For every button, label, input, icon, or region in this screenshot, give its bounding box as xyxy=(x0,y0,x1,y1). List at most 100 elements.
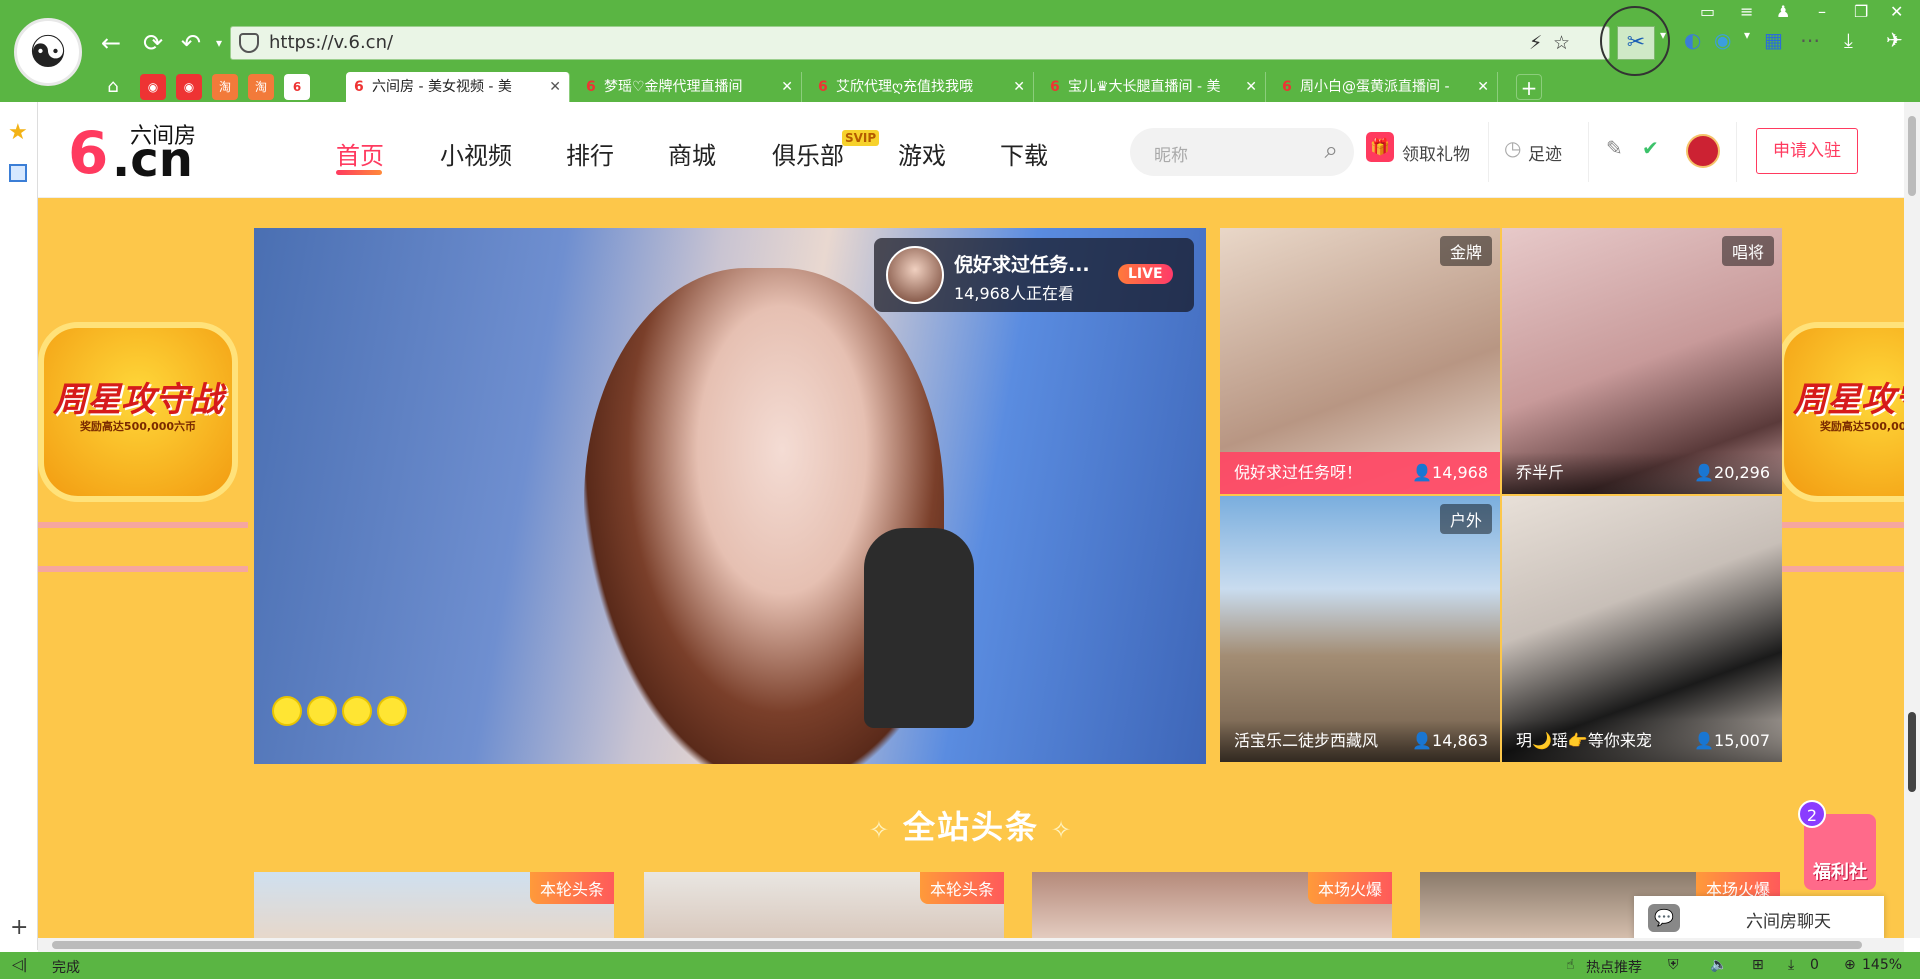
clock-icon: ◷ xyxy=(1504,136,1522,160)
scissors-dropdown-icon[interactable]: ▾ xyxy=(1660,28,1666,42)
lock-icon[interactable]: ⊞ xyxy=(1752,957,1764,973)
tab-4[interactable]: 6 宝儿♛大长腿直播间 - 美 ✕ xyxy=(1042,72,1266,102)
refresh-icon[interactable]: ⟳ xyxy=(138,28,168,58)
scroll-thumb-secondary[interactable] xyxy=(1908,712,1916,792)
hot-recommend[interactable]: 热点推荐 xyxy=(1586,957,1642,977)
tab-active[interactable]: 6 六间房 - 美女视频 - 美 ✕ xyxy=(346,72,570,102)
scroll-thumb[interactable] xyxy=(1908,116,1916,196)
undo-icon[interactable]: ↶ xyxy=(176,28,206,58)
search-icon[interactable]: ⌕ xyxy=(1325,136,1338,164)
search-input[interactable]: 昵称 xyxy=(1154,141,1188,166)
menu-icon[interactable]: ≡ xyxy=(1740,2,1753,21)
promo-banner-left[interactable]: 周星攻守战 奖励高达500,000六币 xyxy=(38,222,254,572)
screenshot-scissors-icon[interactable]: ✂ xyxy=(1617,26,1655,60)
divider xyxy=(1588,122,1589,182)
browser-logo-icon[interactable]: ☯ xyxy=(14,18,82,86)
avatar[interactable] xyxy=(1686,134,1720,168)
nav-games[interactable]: 游戏 xyxy=(898,136,946,171)
thumb-count-value: 20,296 xyxy=(1714,463,1770,482)
tab-close-icon[interactable]: ✕ xyxy=(1245,72,1257,102)
tab-close-icon[interactable]: ✕ xyxy=(549,72,561,102)
calculator-icon[interactable]: ▦ xyxy=(1764,28,1783,52)
restore-icon[interactable]: ❐ xyxy=(1854,2,1868,21)
scroll-thumb[interactable] xyxy=(52,941,1862,949)
nav-mall[interactable]: 商城 xyxy=(668,136,716,171)
sidebar-collapse-icon[interactable]: ◁| xyxy=(12,957,27,973)
url-text[interactable]: https://v.6.cn/ xyxy=(269,32,393,53)
horizontal-scrollbar[interactable] xyxy=(38,938,1904,952)
extension-icon[interactable]: ◉ xyxy=(1714,28,1731,52)
search-box[interactable]: 昵称 ⌕ xyxy=(1130,128,1354,176)
stream-thumb[interactable]: 金牌 倪好求过任务呀！ 👤14,968 xyxy=(1220,228,1500,494)
volume-icon[interactable]: 🔈 xyxy=(1710,957,1727,973)
extension-dropdown-icon[interactable]: ▾ xyxy=(1744,28,1750,42)
tab-close-icon[interactable]: ✕ xyxy=(1013,72,1025,102)
nav-home[interactable]: 首页 xyxy=(336,136,384,171)
stream-thumb[interactable]: 户外 活宝乐二徒步西藏风 👤14,863 xyxy=(1220,496,1500,762)
tab-label: 周小白@蛋黄派直播间 - xyxy=(1300,79,1450,95)
vertical-scrollbar[interactable] xyxy=(1904,102,1920,938)
headline-card[interactable]: 本轮头条 xyxy=(644,872,1004,938)
gift-icon[interactable]: 🎁 xyxy=(1366,132,1394,162)
tab-taobao2[interactable]: 淘 xyxy=(248,74,274,100)
welfare-shop[interactable]: 2 福利社 xyxy=(1798,800,1882,896)
tab-2[interactable]: 6 梦瑶♡金牌代理直播间 ✕ xyxy=(578,72,802,102)
reading-list-icon[interactable] xyxy=(9,164,27,182)
card-tag: 本场火爆 xyxy=(1307,872,1392,904)
translate-icon[interactable]: ◐ xyxy=(1684,28,1701,52)
nav-ranking[interactable]: 排行 xyxy=(566,136,614,171)
tab-6cn-icon[interactable]: 6 xyxy=(284,74,310,100)
thumb-count-value: 15,007 xyxy=(1714,731,1770,750)
zoom-level[interactable]: 145% xyxy=(1862,957,1902,973)
edit-icon[interactable]: ✎ xyxy=(1606,136,1623,160)
lightning-icon[interactable]: ⚡ xyxy=(1529,32,1542,54)
nav-club[interactable]: 俱乐部 xyxy=(772,136,844,171)
site-logo[interactable]: 6 .cn 六间房 xyxy=(68,118,208,184)
browser-toolbar: ☯ ← ⟳ ↶ ▾ https://v.6.cn/ ⚡ ☆ ✂ ▾ ◐ ◉ ▾ … xyxy=(0,0,1920,102)
headline-card[interactable]: 本轮头条 xyxy=(254,872,614,938)
address-bar[interactable]: https://v.6.cn/ ⚡ ☆ xyxy=(230,26,1610,60)
nav-short-video[interactable]: 小视频 xyxy=(440,136,512,171)
tab-weibo2-icon[interactable]: ◉ xyxy=(176,74,202,100)
status-bar: ◁| 完成 ☝ 热点推荐 ⛨ 🔈 ⊞ ⤓ 0 ⊕ 145% xyxy=(0,952,1920,979)
thumb-tag: 户外 xyxy=(1439,504,1492,534)
chat-widget[interactable]: 💬 六间房聊天 xyxy=(1634,896,1884,938)
thumb-tag: 唱将 xyxy=(1721,236,1774,266)
download-status-icon[interactable]: ⤓ xyxy=(1788,957,1794,973)
apply-button[interactable]: 申请入驻 xyxy=(1756,128,1858,174)
minimize-icon[interactable]: – xyxy=(1818,2,1826,21)
live-info-card[interactable]: 倪好求过任务... 14,968人正在看 LIVE xyxy=(874,238,1194,312)
stream-thumb[interactable]: 唱将 乔半斤 👤20,296 xyxy=(1502,228,1782,494)
shield-status-icon[interactable]: ⛨ xyxy=(1668,957,1679,973)
new-tab-icon[interactable]: + xyxy=(1516,74,1542,100)
home-icon[interactable]: ⌂ xyxy=(100,74,126,100)
stream-thumb[interactable]: 玥🌙瑶👉等你来宠 👤15,007 xyxy=(1502,496,1782,762)
card-tag: 本轮头条 xyxy=(919,872,1004,904)
promo-banner-right[interactable]: 周星攻守战 奖励高达500,000六币 xyxy=(1778,222,1904,572)
main-live-player[interactable]: 倪好求过任务... 14,968人正在看 LIVE xyxy=(254,228,1206,764)
download-icon[interactable]: ⤓ xyxy=(1844,28,1853,52)
zoom-icon[interactable]: ⊕ xyxy=(1844,957,1856,973)
download-count: 0 xyxy=(1810,957,1819,973)
nav-download[interactable]: 下载 xyxy=(1000,136,1048,171)
bookmark-star-icon[interactable]: ☆ xyxy=(1553,32,1570,54)
footprint-link[interactable]: 足迹 xyxy=(1528,140,1562,165)
gift-link[interactable]: 领取礼物 xyxy=(1402,140,1470,165)
skin-icon[interactable]: ♟ xyxy=(1776,2,1790,21)
close-window-icon[interactable]: ✕ xyxy=(1890,2,1903,21)
tab-close-icon[interactable]: ✕ xyxy=(1477,72,1489,102)
sidebar-toggle-icon[interactable]: ▭ xyxy=(1700,2,1715,21)
add-sidebar-icon[interactable]: + xyxy=(10,915,28,940)
back-icon[interactable]: ← xyxy=(96,28,126,58)
headline-card[interactable]: 本场火爆 xyxy=(1032,872,1392,938)
check-icon[interactable]: ✔ xyxy=(1642,136,1659,160)
tab-close-icon[interactable]: ✕ xyxy=(781,72,793,102)
favorites-star-icon[interactable]: ★ xyxy=(8,120,28,145)
tab-taobao[interactable]: 淘 xyxy=(212,74,238,100)
tab-5[interactable]: 6 周小白@蛋黄派直播间 - ✕ xyxy=(1274,72,1498,102)
tab-weibo-icon[interactable]: ◉ xyxy=(140,74,166,100)
more-icon[interactable]: ⋯ xyxy=(1800,28,1820,52)
thumb-count-value: 14,863 xyxy=(1432,731,1488,750)
pin-icon[interactable]: ✈ xyxy=(1886,28,1903,52)
tab-3[interactable]: 6 艾欣代理ღ充值找我哦 ✕ xyxy=(810,72,1034,102)
